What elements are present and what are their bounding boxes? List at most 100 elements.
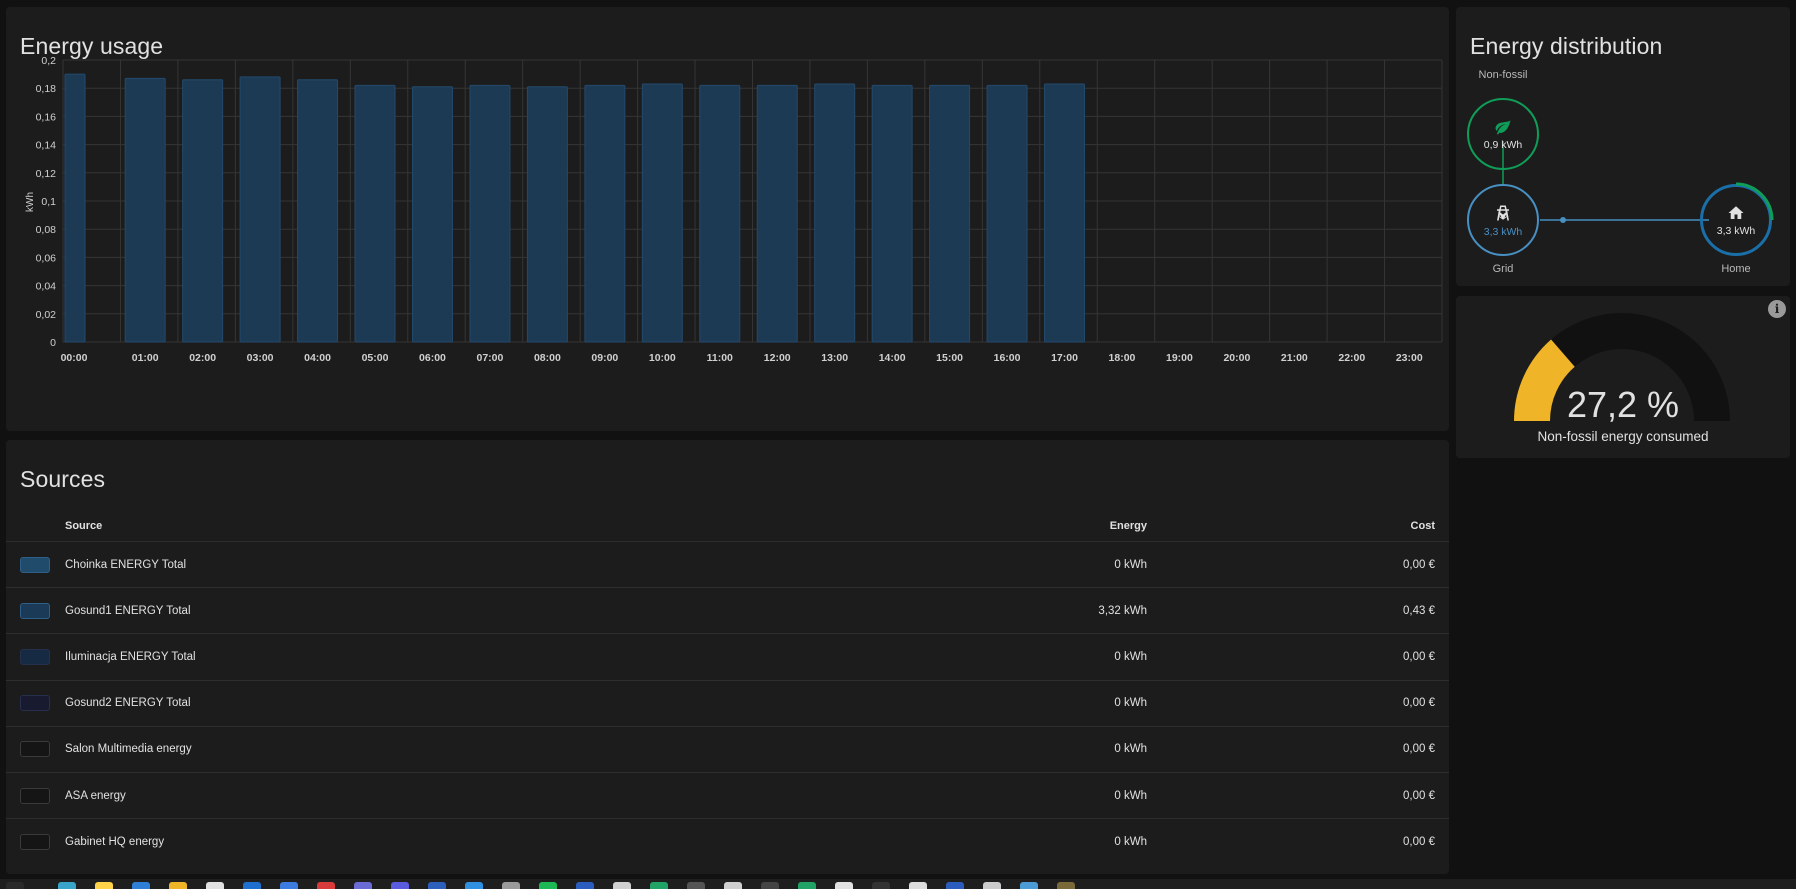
clock-icon[interactable] (835, 882, 853, 889)
x-tick-label: 00:00 (61, 352, 88, 364)
windows-icon[interactable] (6, 882, 24, 889)
x-tick-label: 02:00 (189, 352, 216, 364)
bar (1044, 83, 1086, 343)
pen-icon[interactable] (983, 882, 1001, 889)
bar (584, 84, 626, 343)
folder-icon[interactable] (95, 882, 113, 889)
teams-icon[interactable] (613, 882, 631, 889)
shield-icon[interactable] (243, 882, 261, 889)
source-cost: 0,00 € (1403, 743, 1435, 756)
source-row[interactable]: Iluminacja ENERGY Total 0 kWh 0,00 € (6, 633, 1449, 679)
home-label: Home (1721, 263, 1751, 275)
energy-usage-chart[interactable]: 0 0,02 0,04 0,06 0,08 0,1 0,12 0,14 0,16 0,18 0,2 0… (6, 7, 1449, 431)
bar (929, 84, 971, 343)
non-fossil-label: Non-fossil (1478, 69, 1528, 81)
vscode-icon[interactable] (465, 882, 483, 889)
x-tick-label: 15:00 (936, 352, 963, 364)
non-fossil-gauge-card: i 27,2 % Non-fossil energy consumed (1456, 296, 1790, 458)
source-color-swatch (20, 602, 50, 619)
mail-icon[interactable] (946, 882, 964, 889)
excel-icon[interactable] (650, 882, 668, 889)
source-color-swatch (20, 833, 50, 850)
source-row[interactable]: Gosund2 ENERGY Total 0 kWh 0,00 € (6, 679, 1449, 726)
calc-icon[interactable] (576, 882, 594, 889)
x-tick-label: 14:00 (879, 352, 906, 364)
bar (814, 83, 856, 343)
source-row[interactable]: Gosund1 ENERGY Total 3,32 kWh 0,43 € (6, 587, 1449, 633)
grid-node[interactable]: 3,3 kWh (1467, 184, 1539, 256)
sheets-icon[interactable] (798, 882, 816, 889)
transmission-tower-icon (1497, 205, 1509, 220)
source-color-swatch (20, 648, 50, 665)
y-tick-label: 0,04 (36, 281, 57, 293)
source-cost: 0,43 € (1403, 604, 1435, 617)
x-tick-label: 05:00 (362, 352, 389, 364)
sources-card: Sources Source Energy Cost Choinka ENERG… (6, 440, 1449, 874)
bar (124, 77, 166, 343)
leaf-icon (1495, 119, 1511, 134)
search-icon[interactable] (58, 882, 76, 889)
y-tick-label: 0,18 (36, 83, 57, 95)
source-row[interactable]: ASA energy 0 kWh 0,00 € (6, 772, 1449, 818)
x-tick-label: 20:00 (1223, 352, 1250, 364)
source-row[interactable]: Choinka ENERGY Total 0 kWh 0,00 € (6, 541, 1449, 587)
notepad-icon[interactable] (391, 882, 409, 889)
x-tick-label: 08:00 (534, 352, 561, 364)
y-tick-label: 0,1 (41, 196, 56, 208)
files-icon[interactable] (169, 882, 187, 889)
bar (871, 84, 913, 343)
source-cost: 0,00 € (1403, 789, 1435, 802)
source-cost: 0,00 € (1403, 650, 1435, 663)
energy-distribution-card: Energy distribution Non-fossil 0,9 kWh 3… (1456, 7, 1790, 286)
bar (526, 86, 568, 343)
box-icon[interactable] (1020, 882, 1038, 889)
sources-title: Sources (20, 466, 106, 492)
word-icon[interactable] (428, 882, 446, 889)
discord-icon[interactable] (354, 882, 372, 889)
bar (182, 79, 224, 343)
y-tick-label: 0,2 (41, 55, 56, 67)
terminal-icon[interactable] (502, 882, 520, 889)
x-tick-label: 12:00 (764, 352, 791, 364)
y-tick-label: 0,16 (36, 111, 57, 123)
x-tick-label: 07:00 (477, 352, 504, 364)
header-energy: Energy (1109, 520, 1147, 532)
x-tick-label: 09:00 (591, 352, 618, 364)
non-fossil-node[interactable]: 0,9 kWh (1467, 98, 1539, 170)
x-tick-label: 18:00 (1109, 352, 1136, 364)
console-icon[interactable] (761, 882, 779, 889)
source-name: Salon Multimedia energy (65, 743, 192, 756)
outlook-icon[interactable] (280, 882, 298, 889)
non-fossil-value: 0,9 kWh (1483, 138, 1523, 151)
source-row[interactable]: Gabinet HQ energy 0 kWh 0,00 € (6, 818, 1449, 864)
spotify-icon[interactable] (539, 882, 557, 889)
settings-icon[interactable] (724, 882, 742, 889)
chrome-icon[interactable] (317, 882, 335, 889)
y-tick-label: 0,02 (36, 309, 57, 321)
y-tick-label: 0,08 (36, 224, 57, 236)
edge-icon[interactable] (132, 882, 150, 889)
obs-icon[interactable] (687, 882, 705, 889)
source-energy: 0 kWh (1114, 835, 1147, 848)
phone-icon[interactable] (206, 882, 224, 889)
app-icon[interactable] (872, 882, 890, 889)
source-color-swatch (20, 741, 50, 758)
notes-icon[interactable] (909, 882, 927, 889)
source-name: Gosund2 ENERGY Total (65, 697, 191, 710)
grid-label: Grid (1492, 263, 1514, 275)
source-name: Choinka ENERGY Total (65, 558, 187, 571)
bar (469, 84, 511, 343)
source-name: ASA energy (65, 789, 126, 802)
source-row[interactable]: Salon Multimedia energy 0 kWh 0,00 € (6, 725, 1449, 772)
source-cost: 0,00 € (1403, 835, 1435, 848)
x-tick-label: 23:00 (1396, 352, 1423, 364)
x-tick-label: 06:00 (419, 352, 446, 364)
x-tick-label: 17:00 (1051, 352, 1078, 364)
x-tick-label: 10:00 (649, 352, 676, 364)
sources-table-header: Source Energy Cost (6, 510, 1449, 542)
gauge-label: Non-fossil energy consumed (1537, 429, 1709, 444)
taskbar (0, 879, 1796, 889)
grid-value: 3,3 kWh (1483, 225, 1523, 238)
bar (411, 86, 453, 343)
player-icon[interactable] (1057, 882, 1075, 889)
